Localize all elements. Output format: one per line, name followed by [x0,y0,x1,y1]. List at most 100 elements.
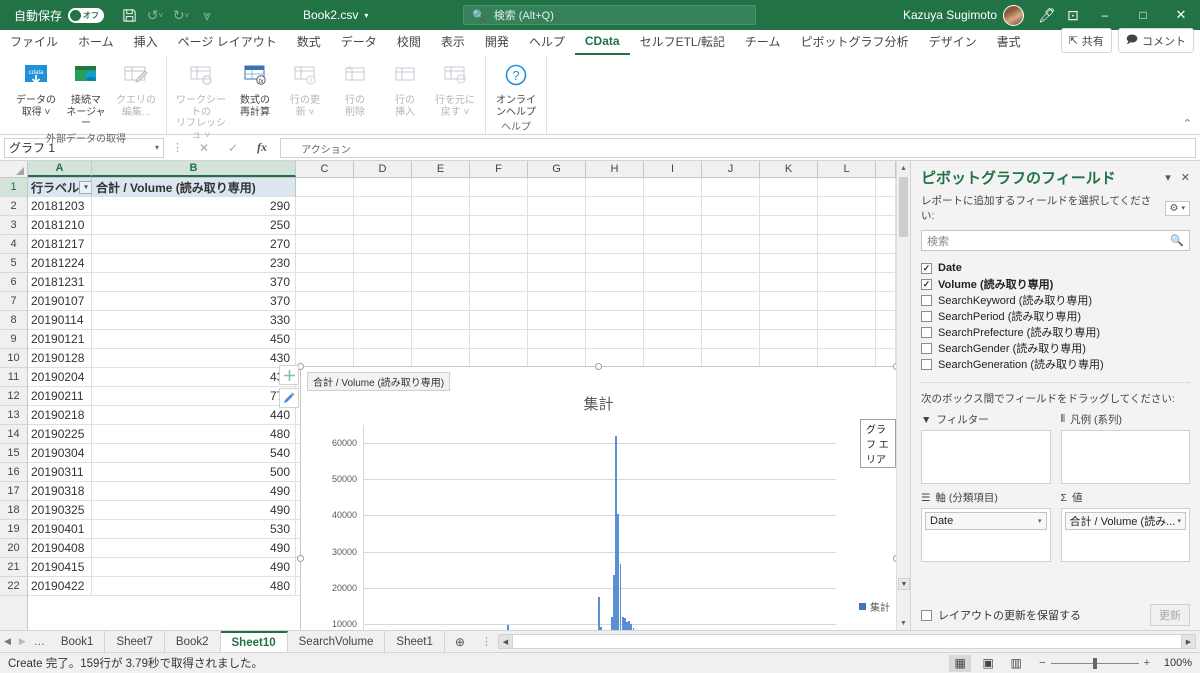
cell-g1[interactable] [528,178,586,197]
column-header-g[interactable]: G [528,161,586,177]
sheet-tab-sheet1[interactable]: Sheet1 [385,631,444,652]
zoom-value[interactable]: 100% [1156,657,1192,669]
column-header-f[interactable]: F [470,161,528,177]
cell-b1-sum-header[interactable]: 合計 / Volume (読み取り専用) [92,178,296,197]
column-header-c[interactable]: C [296,161,354,177]
cell-f9[interactable] [470,330,528,349]
cell-l8[interactable] [818,311,876,330]
cell-e5[interactable] [412,254,470,273]
hscroll-right-arrow-icon[interactable]: ▶ [1181,634,1196,649]
sheet-tab-book1[interactable]: Book1 [50,631,106,652]
field-checkbox[interactable] [921,343,932,354]
column-header-b[interactable]: B [92,161,296,177]
cell-a21[interactable]: 20190415 [28,558,92,577]
cell-k1[interactable] [760,178,818,197]
zoom-track[interactable] [1051,663,1139,664]
cell-a17[interactable]: 20190318 [28,482,92,501]
comment-button[interactable]: 🗩 コメント [1118,28,1194,53]
table-row[interactable]: 20181224230 [28,254,896,273]
horizontal-scrollbar[interactable]: ◀ ▶ [498,633,1196,650]
drop-area-axis[interactable]: ☰軸 (分類項目) Date ▾ [921,490,1051,562]
cell-b5[interactable]: 230 [92,254,296,273]
cell-b2[interactable]: 290 [92,197,296,216]
cell-a22[interactable]: 20190422 [28,577,92,596]
field-checkbox[interactable]: ✓ [921,263,932,274]
table-row[interactable]: 行ラベル▾合計 / Volume (読み取り専用) [28,178,896,197]
close-button[interactable]: ✕ [1162,0,1200,30]
cell-f3[interactable] [470,216,528,235]
cell-k9[interactable] [760,330,818,349]
ribbon-tab-design[interactable]: デザイン [919,30,987,55]
cell-b15[interactable]: 540 [92,444,296,463]
field-list-item[interactable]: SearchGeneration (読み取り専用) [921,356,1190,372]
select-all-corner[interactable] [0,161,28,177]
drop-area-filters[interactable]: ▼フィルター [921,412,1051,484]
row-label-filter-button[interactable]: ▾ [79,181,92,194]
row-header-13[interactable]: 13 [0,406,27,425]
chevron-down-icon[interactable]: ▾ [1177,517,1181,525]
hscroll-track[interactable] [513,634,1181,649]
cell-l5[interactable] [818,254,876,273]
cell-g5[interactable] [528,254,586,273]
cell-h9[interactable] [586,330,644,349]
row-header-17[interactable]: 17 [0,482,27,501]
cell-l9[interactable] [818,330,876,349]
ribbon-tab-home[interactable]: ホーム [68,30,124,55]
cell-c5[interactable] [296,254,354,273]
ribbon-tab-page-layout[interactable]: ページ レイアウト [168,30,287,55]
cell-g3[interactable] [528,216,586,235]
cell-f8[interactable] [470,311,528,330]
cell-c6[interactable] [296,273,354,292]
ribbon-tab-view[interactable]: 表示 [431,30,475,55]
field-checkbox[interactable]: ✓ [921,279,932,290]
cell-b14[interactable]: 480 [92,425,296,444]
cell-i9[interactable] [644,330,702,349]
row-header-3[interactable]: 3 [0,216,27,235]
resize-handle-top-right[interactable] [893,363,896,370]
row-header-19[interactable]: 19 [0,520,27,539]
ribbon-tab-self-etl[interactable]: セルフETL/転記 [630,30,735,55]
chart-styles-icon[interactable] [279,388,299,408]
field-list-item[interactable]: SearchGender (読み取り専用) [921,340,1190,356]
chart-value-field-button[interactable]: 合計 / Volume (読み取り専用) [307,372,450,391]
cell-a1-row-label-header[interactable]: 行ラベル▾ [28,178,92,197]
cell-f2[interactable] [470,197,528,216]
column-header-i[interactable]: I [644,161,702,177]
cell-b8[interactable]: 330 [92,311,296,330]
cell-i6[interactable] [644,273,702,292]
cell-a14[interactable]: 20190225 [28,425,92,444]
search-box[interactable]: 🔍 検索 (Alt+Q) [463,5,756,25]
cell-l4[interactable] [818,235,876,254]
sheet-tab-searchvolume[interactable]: SearchVolume [288,631,386,652]
cell-f7[interactable] [470,292,528,311]
resize-handle-top-center[interactable] [595,363,602,370]
cell-b18[interactable]: 490 [92,501,296,520]
sheet-tab-sheet7[interactable]: Sheet7 [105,631,164,652]
table-row[interactable]: 20190114330 [28,311,896,330]
ribbon-tab-insert[interactable]: 挿入 [124,30,168,55]
gear-icon[interactable]: ⚙ ▾ [1165,201,1190,216]
pen-icon[interactable]: 🖊 [1034,3,1060,27]
hscroll-left-arrow-icon[interactable]: ◀ [498,634,513,649]
undo-icon[interactable]: ↺˅ [142,3,168,27]
value-field-pill[interactable]: 合計 / Volume (読み... ▾ [1065,512,1187,530]
table-row[interactable]: 20181217270 [28,235,896,254]
cell-l1[interactable] [818,178,876,197]
cell-a9[interactable]: 20190121 [28,330,92,349]
column-header-l[interactable]: L [818,161,876,177]
row-header-2[interactable]: 2 [0,197,27,216]
autosave-toggle[interactable]: オフ [68,8,104,23]
cell-a15[interactable]: 20190304 [28,444,92,463]
cell-b16[interactable]: 500 [92,463,296,482]
cell-l7[interactable] [818,292,876,311]
drop-area-axis-box[interactable]: Date ▾ [921,508,1051,562]
add-chart-element-icon[interactable] [279,365,299,385]
cell-j6[interactable] [702,273,760,292]
ribbon-tab-help[interactable]: ヘルプ [519,30,575,55]
cell-i8[interactable] [644,311,702,330]
cell-m9[interactable] [876,330,896,349]
cell-e2[interactable] [412,197,470,216]
cell-j7[interactable] [702,292,760,311]
cell-j3[interactable] [702,216,760,235]
zoom-slider[interactable]: − + [1039,657,1150,669]
